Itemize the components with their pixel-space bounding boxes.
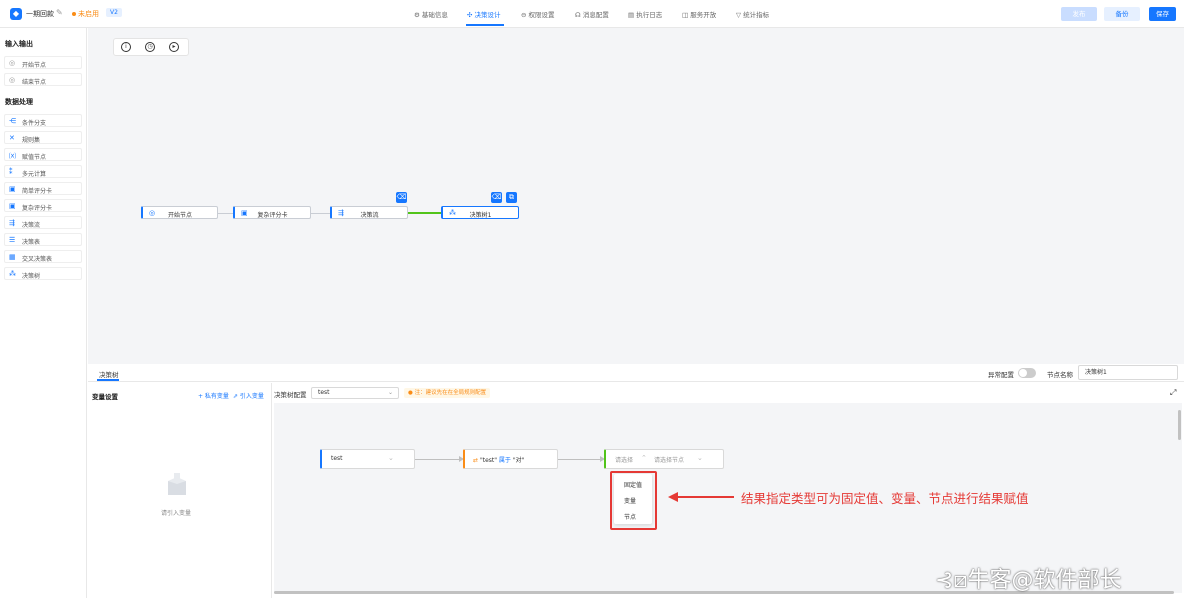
grid-icon: ▦ [9,253,16,261]
chevron-down-icon: ⌄ [387,389,393,396]
table-icon: ☰ [9,236,16,244]
tab-decision-tree[interactable]: 决策树 [99,369,119,379]
annotation-arrow-line [676,496,734,498]
clock-icon[interactable]: ◷ [145,42,155,52]
sidebar-item-ruleset[interactable]: ✕ 规则集 [4,131,82,144]
chevron-down-icon: ⌄ [388,454,394,462]
empty-state-text: 请引入变量 [161,510,192,517]
tree-node-variable[interactable]: test ⌄ [320,449,415,469]
circle-play-icon: ◎ [9,59,16,67]
calc-icon: ⁑ [9,168,13,176]
empty-box-icon [168,473,186,495]
variable-settings-title: 变量设置 [92,393,118,401]
gear-icon: ⚙ [414,11,420,19]
expand-icon[interactable]: ⤢ [1170,388,1176,398]
tab-message[interactable]: ☊ 消息配置 [575,9,609,19]
sidebar-item-decision-table[interactable]: ☰ 决策表 [4,233,82,246]
condition-icon: ⇄ [473,457,479,464]
status-dot-icon [72,12,76,16]
app-title: 一期回款 [26,10,54,18]
sidebar-item-decision-flow[interactable]: ⇶ 决策流 [4,216,82,229]
add-private-variable-link[interactable]: + 私有变量 [198,391,229,400]
permission-icon: ⊖ [521,11,527,19]
tab-decision-design[interactable]: ✣ 决策设计 [467,9,501,19]
chevron-down-icon: ⌄ [697,454,703,462]
tab-execution-log[interactable]: ▤ 执行日志 [628,9,662,19]
vertical-scrollbar[interactable] [1178,410,1181,440]
tab-service[interactable]: ◫ 服务开放 [682,9,716,19]
publish-button[interactable]: 发布 [1061,7,1097,21]
node-name-label: 节点名称 [1047,371,1073,379]
exception-config-label: 异常配置 [988,371,1014,379]
tree-config-label: 决策树配置 [274,391,307,399]
info-icon[interactable]: i [121,42,131,52]
warning-icon: ● [408,390,413,396]
chevron-up-icon: ⌃ [641,454,647,462]
sidebar-item-condition[interactable]: ⋲ 条件分支 [4,114,82,127]
edit-icon[interactable]: ✎ [56,8,63,17]
sidebar-item-cross-table[interactable]: ▦ 交叉决策表 [4,250,82,263]
section-title-data: 数据处理 [5,98,33,106]
play-icon[interactable]: ▸ [169,42,179,52]
sidebar-item-decision-tree[interactable]: ⁂ 决策树 [4,267,82,280]
flow-node-start[interactable]: ◎ 开始节点 [141,206,218,219]
sidebar-item-start-node[interactable]: ◎ 开始节点 [4,56,82,69]
service-icon: ◫ [682,11,689,19]
config-note: ● 注：建议先在在全局规则配置 [404,388,491,398]
log-icon: ▤ [628,11,635,19]
tree-edge [558,459,600,460]
tab-statistics[interactable]: ▽ 统计指标 [736,9,769,19]
sidebar-item-simple-scorecard[interactable]: ▣ 简单评分卡 [4,182,82,195]
sidebar-item-assign[interactable]: ⒳ 赋值节点 [4,148,82,161]
copy-node-icon[interactable]: ⧉ [506,192,517,203]
flow-node-complex-scorecard[interactable]: ▣ 复杂评分卡 [233,206,311,219]
design-icon: ✣ [467,11,473,19]
sidebar-item-calc[interactable]: ⁑ 多元计算 [4,165,82,178]
scorecard-icon: ▣ [9,202,16,210]
delete-node-icon[interactable]: ⌫ [491,192,502,203]
circle-stop-icon: ◎ [9,76,16,84]
delete-node-icon[interactable]: ⌫ [396,192,407,203]
flow-node-decision-flow[interactable]: ⇶ 决策流 [330,206,408,219]
filter-icon: ▽ [736,11,741,19]
watermark: ⊰⧄牛客@软件部长 [935,568,1122,593]
active-tab-indicator [466,24,504,26]
tab-basic-info[interactable]: ⚙ 基础信息 [414,9,448,19]
tree-icon: ⁂ [9,270,16,278]
highlight-box [610,471,657,530]
tree-edge [415,459,459,460]
flow-edge-active [408,212,441,214]
status-text: 未启用 [78,10,99,18]
scorecard-icon: ▣ [9,185,16,193]
backup-button[interactable]: 备份 [1104,7,1140,21]
headset-icon: ☊ [575,11,581,19]
branch-icon: ⋲ [9,117,16,125]
tab-permission[interactable]: ⊖ 权限设置 [521,9,555,19]
save-button[interactable]: 保存 [1149,7,1176,21]
app-logo-icon: ◆ [10,8,22,20]
sidebar-item-complex-scorecard[interactable]: ▣ 复杂评分卡 [4,199,82,212]
flow-node-decision-tree[interactable]: ⁂ 决策树1 [441,206,519,219]
node-name-input[interactable]: 决策树1 [1078,365,1178,380]
flow-icon: ⇶ [9,219,15,227]
annotation-text: 结果指定类型可为固定值、变量、节点进行结果赋值 [741,491,1029,506]
variable-icon: ⒳ [9,152,16,160]
sidebar-item-end-node[interactable]: ◎ 结束节点 [4,73,82,86]
import-variable-link[interactable]: ⇗ 引入变量 [233,391,264,400]
exception-toggle[interactable] [1018,368,1036,378]
ruleset-icon: ✕ [9,134,15,142]
tree-config-select[interactable]: test ⌄ [311,387,399,399]
tree-node-result[interactable]: 请选择 ⌃ 请选择节点 ⌄ [604,449,724,469]
section-title-io: 输入输出 [5,40,33,48]
tree-node-condition[interactable]: ⇄ "test" 属于 "对" [463,449,558,469]
nowcoder-logo-icon: ⊰⧄ [935,568,968,593]
flow-edge [218,213,233,214]
flow-edge [311,213,330,214]
flow-canvas[interactable] [88,28,1184,364]
version-badge: V2 [106,8,122,17]
active-tab-indicator [97,379,119,381]
